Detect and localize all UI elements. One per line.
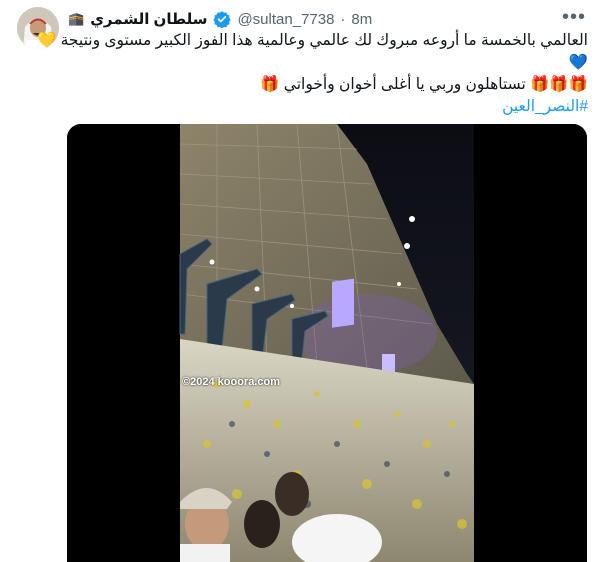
- video-watermark: ©2024 kooora.com: [182, 376, 280, 388]
- tweet-text-line: 💙: [568, 54, 588, 71]
- header-separator: ·: [340, 10, 346, 28]
- more-options-icon[interactable]: •••: [562, 6, 586, 29]
- tweet-text: العالمي بالخمسة ما أروعه مبروك لك عالمي …: [36, 30, 588, 118]
- video-player[interactable]: [67, 124, 587, 562]
- author-handle[interactable]: @sultan_7738: [237, 11, 334, 28]
- tweet-text-line: 🎁🎁🎁 تستاهلون وربي يا أغلى أخوان وأخواتي …: [260, 76, 588, 93]
- tweet-card[interactable]: 🕋 سلطان الشمري @sultan_7738 · 8m ••• الع…: [0, 0, 600, 562]
- author-emoji: 🕋: [68, 11, 85, 26]
- tweet-time[interactable]: 8m: [351, 11, 372, 28]
- hashtag-link[interactable]: #النصر_العين: [68, 96, 588, 118]
- verified-badge-icon: [213, 11, 232, 28]
- author-name[interactable]: سلطان الشمري: [90, 10, 207, 28]
- stadium-video-frame: [67, 124, 587, 562]
- tweet-header: 🕋 سلطان الشمري @sultan_7738 · 8m: [68, 8, 588, 30]
- tweet-text-line: العالمي بالخمسة ما أروعه مبروك لك عالمي …: [36, 32, 588, 49]
